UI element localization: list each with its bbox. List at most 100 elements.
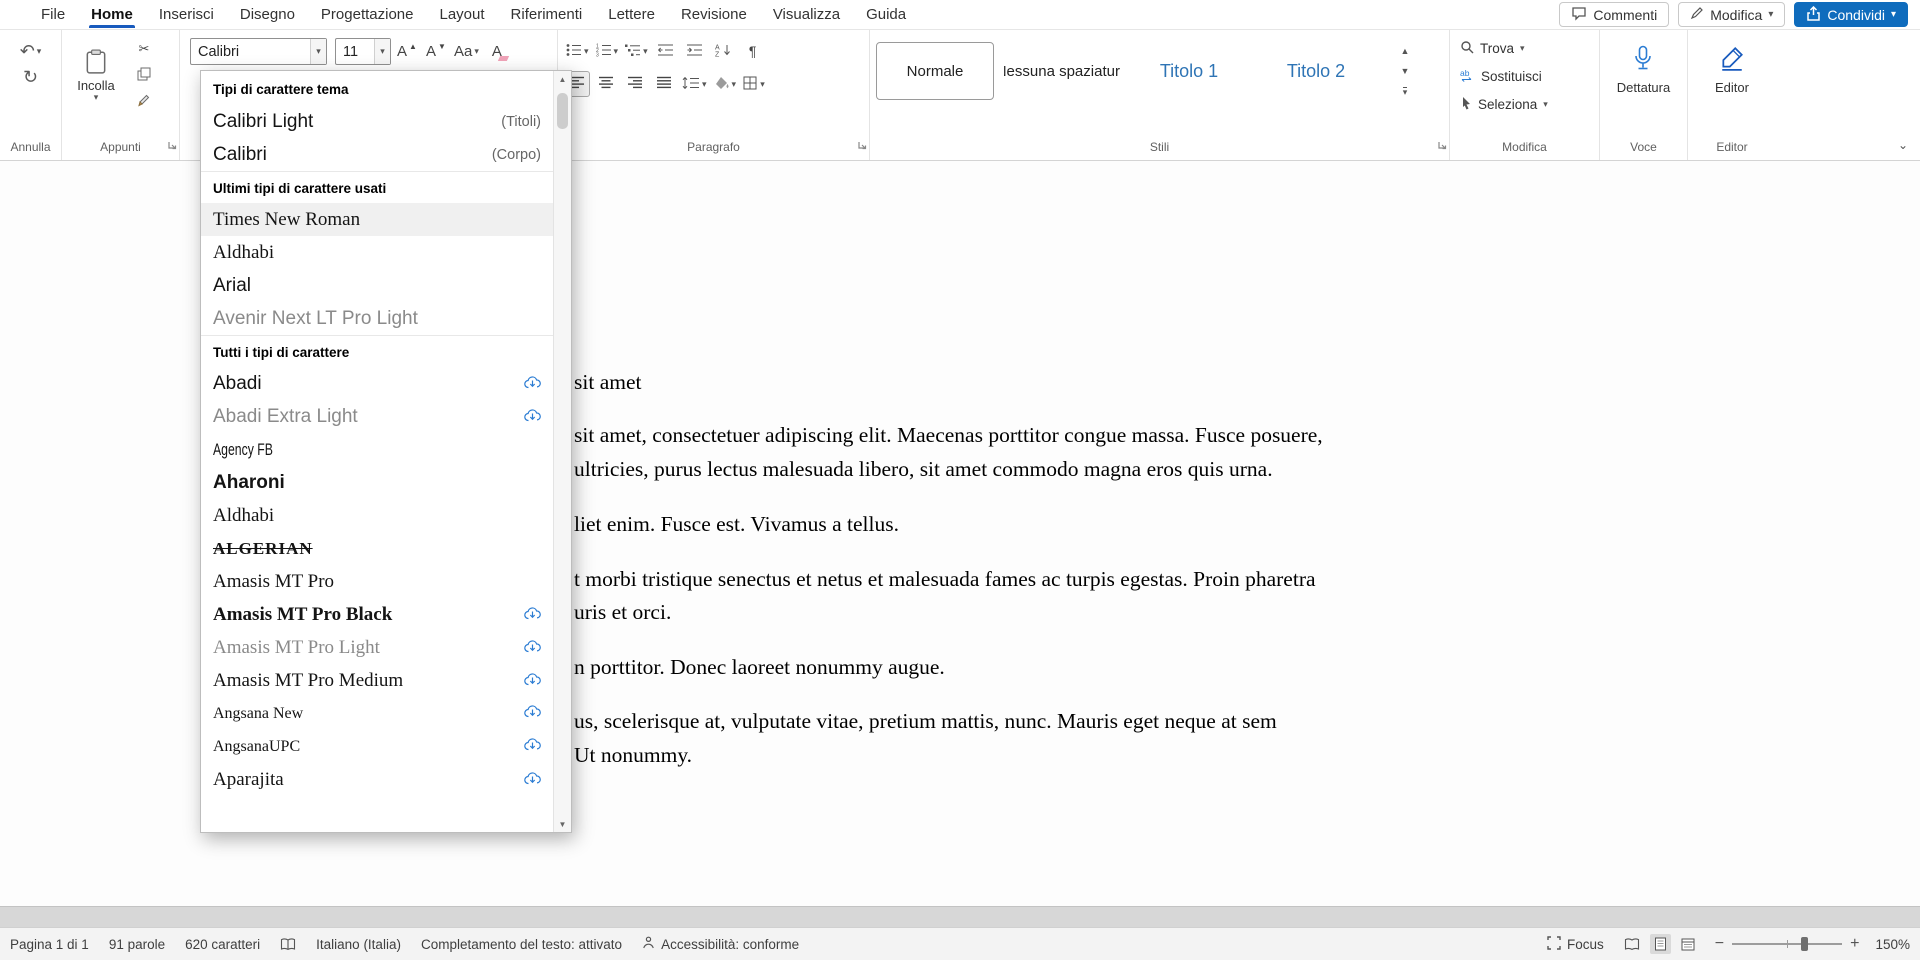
decrease-indent-button[interactable] [653,38,679,64]
font-item[interactable]: Amasis MT Pro [201,565,553,598]
collapse-ribbon-icon[interactable]: ⌄ [1898,138,1908,152]
dictate-button[interactable]: Dettatura [1613,38,1674,101]
zoom-slider[interactable] [1732,943,1842,945]
menu-tab-visualizza[interactable]: Visualizza [760,1,853,28]
focus-mode-button[interactable]: Focus [1547,936,1604,953]
zoom-in-button[interactable]: + [1850,935,1859,953]
styles-scroll-up-button[interactable]: ▲ [1392,43,1418,60]
bullets-button[interactable]: ▾ [564,38,591,64]
format-painter-button[interactable] [131,90,157,112]
align-center-button[interactable] [593,71,619,97]
shading-button[interactable]: ▾ [712,71,739,97]
chevron-down-icon[interactable]: ▾ [310,39,326,64]
font-item[interactable]: Arial [201,269,553,302]
font-item[interactable]: AngsanaUPC [201,730,553,763]
read-mode-button[interactable] [1620,935,1644,954]
redo-button[interactable]: ↻ [18,64,44,90]
show-formatting-marks-button[interactable]: ¶ [740,38,766,64]
font-item[interactable]: Amasis MT Pro Medium [201,664,553,697]
sort-button[interactable]: AZ [711,38,737,64]
scroll-down-icon[interactable]: ▼ [554,816,571,832]
font-item[interactable]: Avenir Next LT Pro Light [201,302,553,335]
font-size-combobox[interactable]: 11 ▾ [335,38,391,65]
cut-button[interactable]: ✂ [131,38,157,60]
proofing-icon[interactable] [280,938,296,951]
menu-tab-riferimenti[interactable]: Riferimenti [498,1,596,28]
menu-tab-layout[interactable]: Layout [427,1,498,28]
styles-expand-button[interactable]: ▾ [1392,83,1418,100]
font-item[interactable]: Calibri(Corpo) [201,138,553,171]
zoom-level[interactable]: 150% [1875,937,1910,952]
font-item[interactable]: Calibri Light(Titoli) [201,105,553,138]
scrollbar-thumb[interactable] [557,93,568,129]
scroll-up-icon[interactable]: ▲ [554,71,571,87]
style-card-nessuna-spaziatura[interactable]: Nessuna spaziatura [1003,42,1121,100]
font-item[interactable]: ALGERIAN [201,532,553,565]
change-case-button[interactable]: Aa▾ [452,39,481,65]
paragraph-dialog-launcher-icon[interactable] [857,137,867,155]
font-item[interactable]: Aharoni [201,466,553,499]
borders-button[interactable]: ▾ [741,71,767,97]
increase-indent-button[interactable] [682,38,708,64]
chevron-down-icon[interactable]: ▾ [374,39,390,64]
grow-font-button[interactable]: A▲ [394,39,420,65]
font-item[interactable]: Abadi [201,367,553,400]
accessibility-status[interactable]: Accessibilità: conforme [642,936,799,952]
word-count[interactable]: 91 parole [109,937,165,952]
char-count[interactable]: 620 caratteri [185,937,260,952]
zoom-slider-thumb[interactable] [1801,937,1808,951]
font-item[interactable]: Aldhabi [201,236,553,269]
menu-tab-file[interactable]: File [28,1,78,28]
zoom-out-button[interactable]: − [1715,935,1724,953]
print-layout-button[interactable] [1650,934,1671,954]
clipboard-dialog-launcher-icon[interactable] [167,137,177,155]
paste-button[interactable]: Incolla ▾ [68,45,124,106]
shrink-font-button[interactable]: A▼ [423,39,449,65]
styles-dialog-launcher-icon[interactable] [1437,137,1447,155]
multilevel-list-button[interactable]: ▾ [623,38,650,64]
style-card-titolo-2[interactable]: Titolo 2 [1257,42,1375,100]
language-status[interactable]: Italiano (Italia) [316,937,401,952]
editing-mode-button[interactable]: Modifica ▾ [1678,2,1785,27]
find-button[interactable]: Trova ▾ [1456,36,1593,60]
font-item[interactable]: Aldhabi [201,499,553,532]
font-item-label: Abadi [213,373,516,395]
clear-formatting-button[interactable]: A [484,39,510,65]
select-button[interactable]: Seleziona ▾ [1456,92,1593,116]
font-item[interactable]: Amasis MT Pro Black [201,598,553,631]
share-button[interactable]: Condividi ▾ [1794,2,1908,27]
menu-tab-revisione[interactable]: Revisione [668,1,760,28]
svg-text:A: A [715,44,720,51]
align-right-button[interactable] [622,71,648,97]
font-dropdown-scrollbar[interactable]: ▲ ▼ [553,71,571,832]
style-card-titolo-1[interactable]: Titolo 1 [1130,42,1248,100]
font-name-combobox[interactable]: Calibri ▾ [190,38,327,65]
numbering-button[interactable]: 123 ▾ [594,38,621,64]
font-item[interactable]: Abadi Extra Light [201,400,553,433]
font-dropdown-list: Tipi di carattere temaCalibri Light(Tito… [201,71,553,832]
line-spacing-button[interactable]: ▾ [680,71,709,97]
menu-tab-progettazione[interactable]: Progettazione [308,1,427,28]
justify-button[interactable] [651,71,677,97]
comments-button[interactable]: Commenti [1559,2,1669,27]
menu-tab-inserisci[interactable]: Inserisci [146,1,227,28]
web-layout-button[interactable] [1677,935,1699,954]
undo-button[interactable]: ↶▾ [18,38,44,64]
menu-tab-disegno[interactable]: Disegno [227,1,308,28]
font-item[interactable]: Times New Roman [201,203,553,236]
editor-button[interactable]: Editor [1711,38,1753,101]
styles-scroll-down-button[interactable]: ▼ [1392,63,1418,80]
align-center-icon [599,76,614,92]
menu-tab-home[interactable]: Home [78,1,146,28]
page-count[interactable]: Pagina 1 di 1 [10,937,89,952]
style-card-normale[interactable]: Normale [876,42,994,100]
font-item[interactable]: Agency FB [201,433,553,466]
font-item[interactable]: Amasis MT Pro Light [201,631,553,664]
menu-tab-lettere[interactable]: Lettere [595,1,668,28]
font-item[interactable]: Angsana New [201,697,553,730]
font-item[interactable]: Aparajita [201,763,553,796]
replace-button[interactable]: ab Sostituisci [1456,64,1593,88]
menu-tab-guida[interactable]: Guida [853,1,919,28]
text-prediction-status[interactable]: Completamento del testo: attivato [421,937,622,952]
copy-button[interactable] [131,64,157,86]
